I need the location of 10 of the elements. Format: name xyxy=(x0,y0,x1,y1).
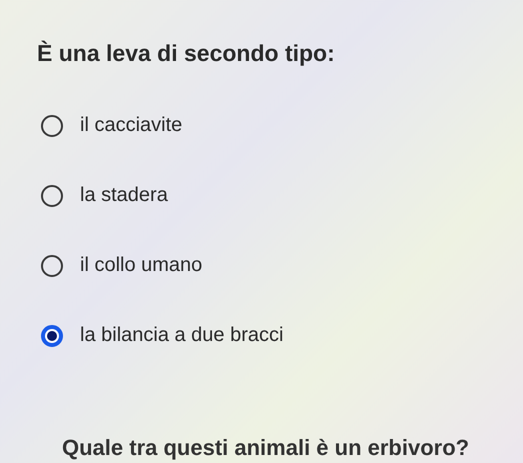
option-label[interactable]: il cacciavite xyxy=(80,114,182,137)
option-label[interactable]: la bilancia a due bracci xyxy=(80,324,284,347)
radio-button[interactable] xyxy=(41,324,63,346)
radio-button[interactable] xyxy=(41,254,63,276)
radio-button[interactable] xyxy=(41,114,63,136)
radio-button[interactable] xyxy=(41,184,63,206)
question-title: Quale tra questi animali è un erbivoro? xyxy=(61,435,470,461)
option-label[interactable]: la stadera xyxy=(80,184,168,207)
option-label[interactable]: il collo umano xyxy=(80,254,202,277)
question-title: È una leva di secondo tipo: xyxy=(37,40,336,67)
